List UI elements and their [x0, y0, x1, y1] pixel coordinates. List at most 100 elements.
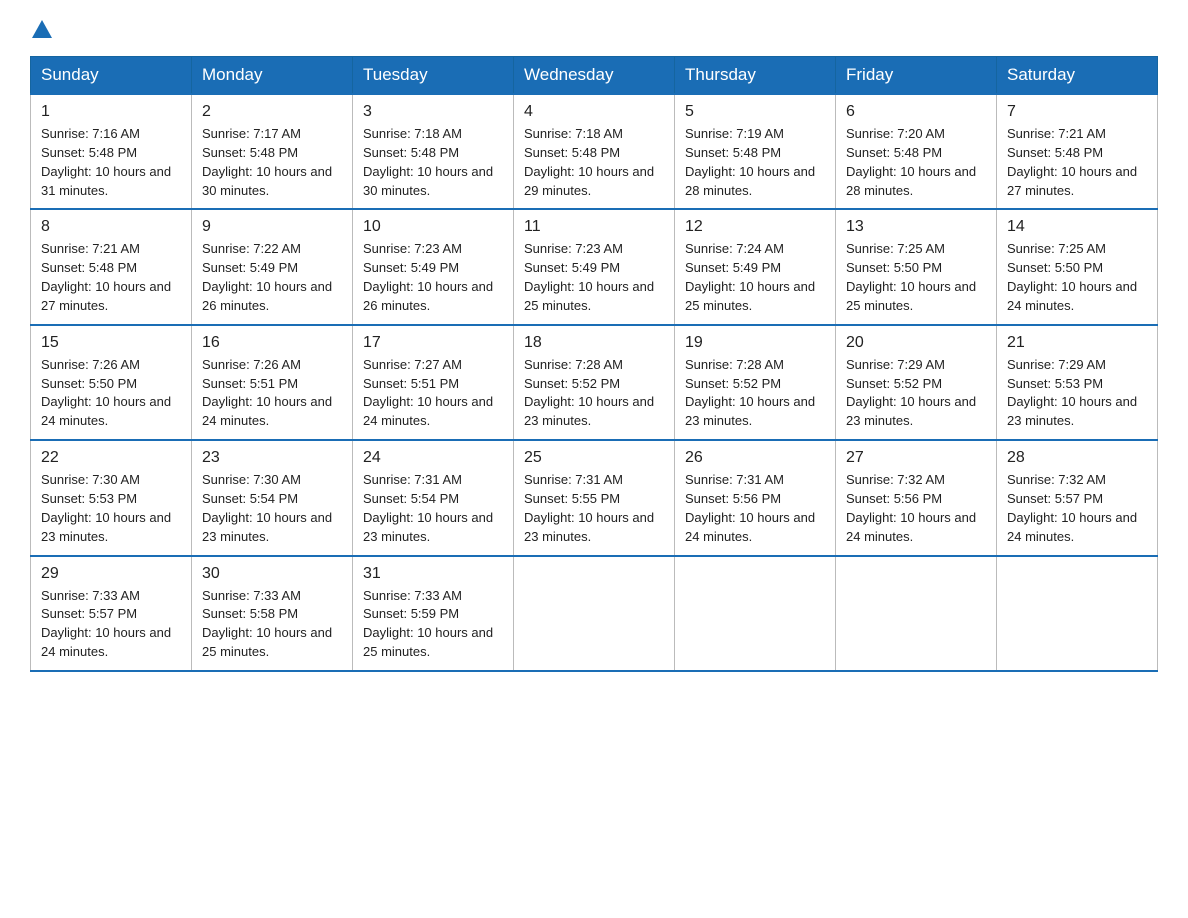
day-info: Sunrise: 7:29 AMSunset: 5:52 PMDaylight:…	[846, 356, 986, 431]
calendar-cell: 11 Sunrise: 7:23 AMSunset: 5:49 PMDaylig…	[514, 209, 675, 324]
calendar-week-row: 8 Sunrise: 7:21 AMSunset: 5:48 PMDayligh…	[31, 209, 1158, 324]
day-info: Sunrise: 7:17 AMSunset: 5:48 PMDaylight:…	[202, 125, 342, 200]
logo	[30, 20, 54, 38]
calendar-cell: 9 Sunrise: 7:22 AMSunset: 5:49 PMDayligh…	[192, 209, 353, 324]
day-info: Sunrise: 7:16 AMSunset: 5:48 PMDaylight:…	[41, 125, 181, 200]
day-number: 18	[524, 334, 664, 352]
day-number: 13	[846, 218, 986, 236]
calendar-cell: 3 Sunrise: 7:18 AMSunset: 5:48 PMDayligh…	[353, 94, 514, 209]
day-number: 25	[524, 449, 664, 467]
calendar-cell: 24 Sunrise: 7:31 AMSunset: 5:54 PMDaylig…	[353, 440, 514, 555]
calendar-cell: 15 Sunrise: 7:26 AMSunset: 5:50 PMDaylig…	[31, 325, 192, 440]
calendar-cell: 7 Sunrise: 7:21 AMSunset: 5:48 PMDayligh…	[997, 94, 1158, 209]
day-info: Sunrise: 7:30 AMSunset: 5:53 PMDaylight:…	[41, 471, 181, 546]
day-number: 21	[1007, 334, 1147, 352]
day-number: 31	[363, 565, 503, 583]
day-number: 28	[1007, 449, 1147, 467]
day-number: 7	[1007, 103, 1147, 121]
calendar-cell: 2 Sunrise: 7:17 AMSunset: 5:48 PMDayligh…	[192, 94, 353, 209]
calendar-cell	[675, 556, 836, 671]
calendar-week-row: 22 Sunrise: 7:30 AMSunset: 5:53 PMDaylig…	[31, 440, 1158, 555]
page-header	[30, 20, 1158, 38]
calendar-cell: 22 Sunrise: 7:30 AMSunset: 5:53 PMDaylig…	[31, 440, 192, 555]
day-info: Sunrise: 7:30 AMSunset: 5:54 PMDaylight:…	[202, 471, 342, 546]
day-number: 23	[202, 449, 342, 467]
calendar-week-row: 1 Sunrise: 7:16 AMSunset: 5:48 PMDayligh…	[31, 94, 1158, 209]
day-info: Sunrise: 7:31 AMSunset: 5:54 PMDaylight:…	[363, 471, 503, 546]
calendar-cell: 20 Sunrise: 7:29 AMSunset: 5:52 PMDaylig…	[836, 325, 997, 440]
calendar-cell: 19 Sunrise: 7:28 AMSunset: 5:52 PMDaylig…	[675, 325, 836, 440]
calendar-cell: 4 Sunrise: 7:18 AMSunset: 5:48 PMDayligh…	[514, 94, 675, 209]
calendar-cell	[514, 556, 675, 671]
calendar-cell: 16 Sunrise: 7:26 AMSunset: 5:51 PMDaylig…	[192, 325, 353, 440]
day-number: 22	[41, 449, 181, 467]
day-info: Sunrise: 7:26 AMSunset: 5:50 PMDaylight:…	[41, 356, 181, 431]
day-number: 10	[363, 218, 503, 236]
day-info: Sunrise: 7:31 AMSunset: 5:55 PMDaylight:…	[524, 471, 664, 546]
day-number: 20	[846, 334, 986, 352]
day-info: Sunrise: 7:32 AMSunset: 5:56 PMDaylight:…	[846, 471, 986, 546]
day-info: Sunrise: 7:33 AMSunset: 5:57 PMDaylight:…	[41, 587, 181, 662]
calendar-cell: 18 Sunrise: 7:28 AMSunset: 5:52 PMDaylig…	[514, 325, 675, 440]
calendar-cell: 12 Sunrise: 7:24 AMSunset: 5:49 PMDaylig…	[675, 209, 836, 324]
calendar-cell: 10 Sunrise: 7:23 AMSunset: 5:49 PMDaylig…	[353, 209, 514, 324]
day-info: Sunrise: 7:23 AMSunset: 5:49 PMDaylight:…	[524, 240, 664, 315]
calendar-cell: 17 Sunrise: 7:27 AMSunset: 5:51 PMDaylig…	[353, 325, 514, 440]
day-number: 29	[41, 565, 181, 583]
calendar-cell: 27 Sunrise: 7:32 AMSunset: 5:56 PMDaylig…	[836, 440, 997, 555]
calendar-cell: 5 Sunrise: 7:19 AMSunset: 5:48 PMDayligh…	[675, 94, 836, 209]
calendar-cell	[836, 556, 997, 671]
calendar-cell: 13 Sunrise: 7:25 AMSunset: 5:50 PMDaylig…	[836, 209, 997, 324]
calendar-week-row: 29 Sunrise: 7:33 AMSunset: 5:57 PMDaylig…	[31, 556, 1158, 671]
day-number: 3	[363, 103, 503, 121]
day-number: 4	[524, 103, 664, 121]
calendar-header-monday: Monday	[192, 57, 353, 95]
calendar-header-saturday: Saturday	[997, 57, 1158, 95]
calendar-header-row: SundayMondayTuesdayWednesdayThursdayFrid…	[31, 57, 1158, 95]
day-number: 14	[1007, 218, 1147, 236]
day-number: 17	[363, 334, 503, 352]
day-info: Sunrise: 7:29 AMSunset: 5:53 PMDaylight:…	[1007, 356, 1147, 431]
day-number: 2	[202, 103, 342, 121]
day-number: 16	[202, 334, 342, 352]
calendar-cell: 8 Sunrise: 7:21 AMSunset: 5:48 PMDayligh…	[31, 209, 192, 324]
calendar-header-tuesday: Tuesday	[353, 57, 514, 95]
calendar-cell: 26 Sunrise: 7:31 AMSunset: 5:56 PMDaylig…	[675, 440, 836, 555]
day-info: Sunrise: 7:20 AMSunset: 5:48 PMDaylight:…	[846, 125, 986, 200]
day-number: 11	[524, 218, 664, 236]
day-number: 26	[685, 449, 825, 467]
calendar-cell: 25 Sunrise: 7:31 AMSunset: 5:55 PMDaylig…	[514, 440, 675, 555]
day-number: 8	[41, 218, 181, 236]
day-info: Sunrise: 7:31 AMSunset: 5:56 PMDaylight:…	[685, 471, 825, 546]
day-info: Sunrise: 7:25 AMSunset: 5:50 PMDaylight:…	[846, 240, 986, 315]
calendar-cell: 21 Sunrise: 7:29 AMSunset: 5:53 PMDaylig…	[997, 325, 1158, 440]
day-number: 5	[685, 103, 825, 121]
day-info: Sunrise: 7:19 AMSunset: 5:48 PMDaylight:…	[685, 125, 825, 200]
day-info: Sunrise: 7:28 AMSunset: 5:52 PMDaylight:…	[524, 356, 664, 431]
day-info: Sunrise: 7:18 AMSunset: 5:48 PMDaylight:…	[524, 125, 664, 200]
day-number: 27	[846, 449, 986, 467]
day-info: Sunrise: 7:21 AMSunset: 5:48 PMDaylight:…	[41, 240, 181, 315]
day-number: 24	[363, 449, 503, 467]
calendar-table: SundayMondayTuesdayWednesdayThursdayFrid…	[30, 56, 1158, 672]
day-info: Sunrise: 7:18 AMSunset: 5:48 PMDaylight:…	[363, 125, 503, 200]
day-info: Sunrise: 7:21 AMSunset: 5:48 PMDaylight:…	[1007, 125, 1147, 200]
day-info: Sunrise: 7:32 AMSunset: 5:57 PMDaylight:…	[1007, 471, 1147, 546]
calendar-cell: 23 Sunrise: 7:30 AMSunset: 5:54 PMDaylig…	[192, 440, 353, 555]
calendar-week-row: 15 Sunrise: 7:26 AMSunset: 5:50 PMDaylig…	[31, 325, 1158, 440]
day-info: Sunrise: 7:27 AMSunset: 5:51 PMDaylight:…	[363, 356, 503, 431]
day-number: 6	[846, 103, 986, 121]
day-info: Sunrise: 7:28 AMSunset: 5:52 PMDaylight:…	[685, 356, 825, 431]
day-number: 19	[685, 334, 825, 352]
logo-triangle-icon	[32, 20, 52, 38]
calendar-header-thursday: Thursday	[675, 57, 836, 95]
day-number: 15	[41, 334, 181, 352]
calendar-cell: 30 Sunrise: 7:33 AMSunset: 5:58 PMDaylig…	[192, 556, 353, 671]
day-number: 1	[41, 103, 181, 121]
calendar-cell: 28 Sunrise: 7:32 AMSunset: 5:57 PMDaylig…	[997, 440, 1158, 555]
day-info: Sunrise: 7:25 AMSunset: 5:50 PMDaylight:…	[1007, 240, 1147, 315]
calendar-header-friday: Friday	[836, 57, 997, 95]
calendar-cell: 29 Sunrise: 7:33 AMSunset: 5:57 PMDaylig…	[31, 556, 192, 671]
day-number: 12	[685, 218, 825, 236]
calendar-cell: 31 Sunrise: 7:33 AMSunset: 5:59 PMDaylig…	[353, 556, 514, 671]
